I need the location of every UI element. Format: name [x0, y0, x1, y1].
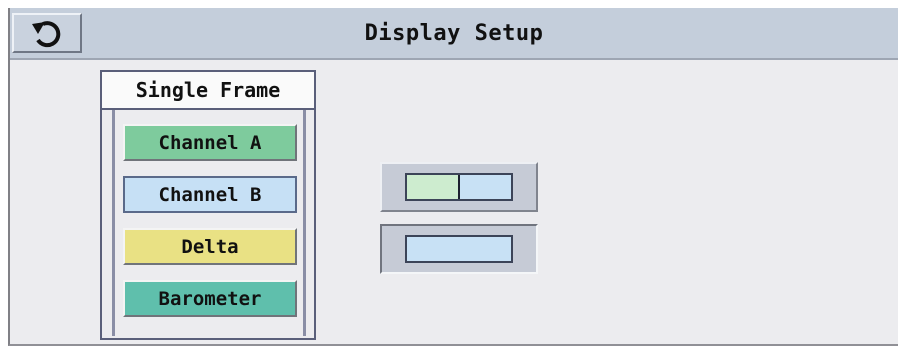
split-frame-layout-button[interactable]	[380, 162, 538, 212]
split-left-pane	[407, 175, 458, 199]
barometer-button[interactable]: Barometer	[123, 280, 297, 317]
channel-b-button[interactable]: Channel B	[123, 176, 297, 213]
panel-header: Single Frame	[102, 72, 314, 110]
window-title: Display Setup	[364, 20, 544, 46]
split-right-pane	[460, 175, 511, 199]
channel-a-button[interactable]: Channel A	[123, 124, 297, 161]
undo-arrow-icon	[32, 21, 61, 48]
single-frame-panel: Single Frame Channel A Channel B Delta B…	[100, 70, 316, 340]
two-frame-layout-icon	[405, 173, 513, 201]
display-setup-window: Display Setup Single Frame Channel A Cha…	[8, 8, 898, 346]
delta-button[interactable]: Delta	[123, 228, 297, 265]
single-frame-layout-button[interactable]	[380, 224, 538, 274]
back-button[interactable]	[12, 13, 82, 53]
title-bar: Display Setup	[10, 8, 898, 60]
channel-button-group: Channel A Channel B Delta Barometer	[112, 110, 306, 336]
single-frame-layout-icon	[405, 235, 513, 263]
single-pane	[407, 237, 511, 261]
